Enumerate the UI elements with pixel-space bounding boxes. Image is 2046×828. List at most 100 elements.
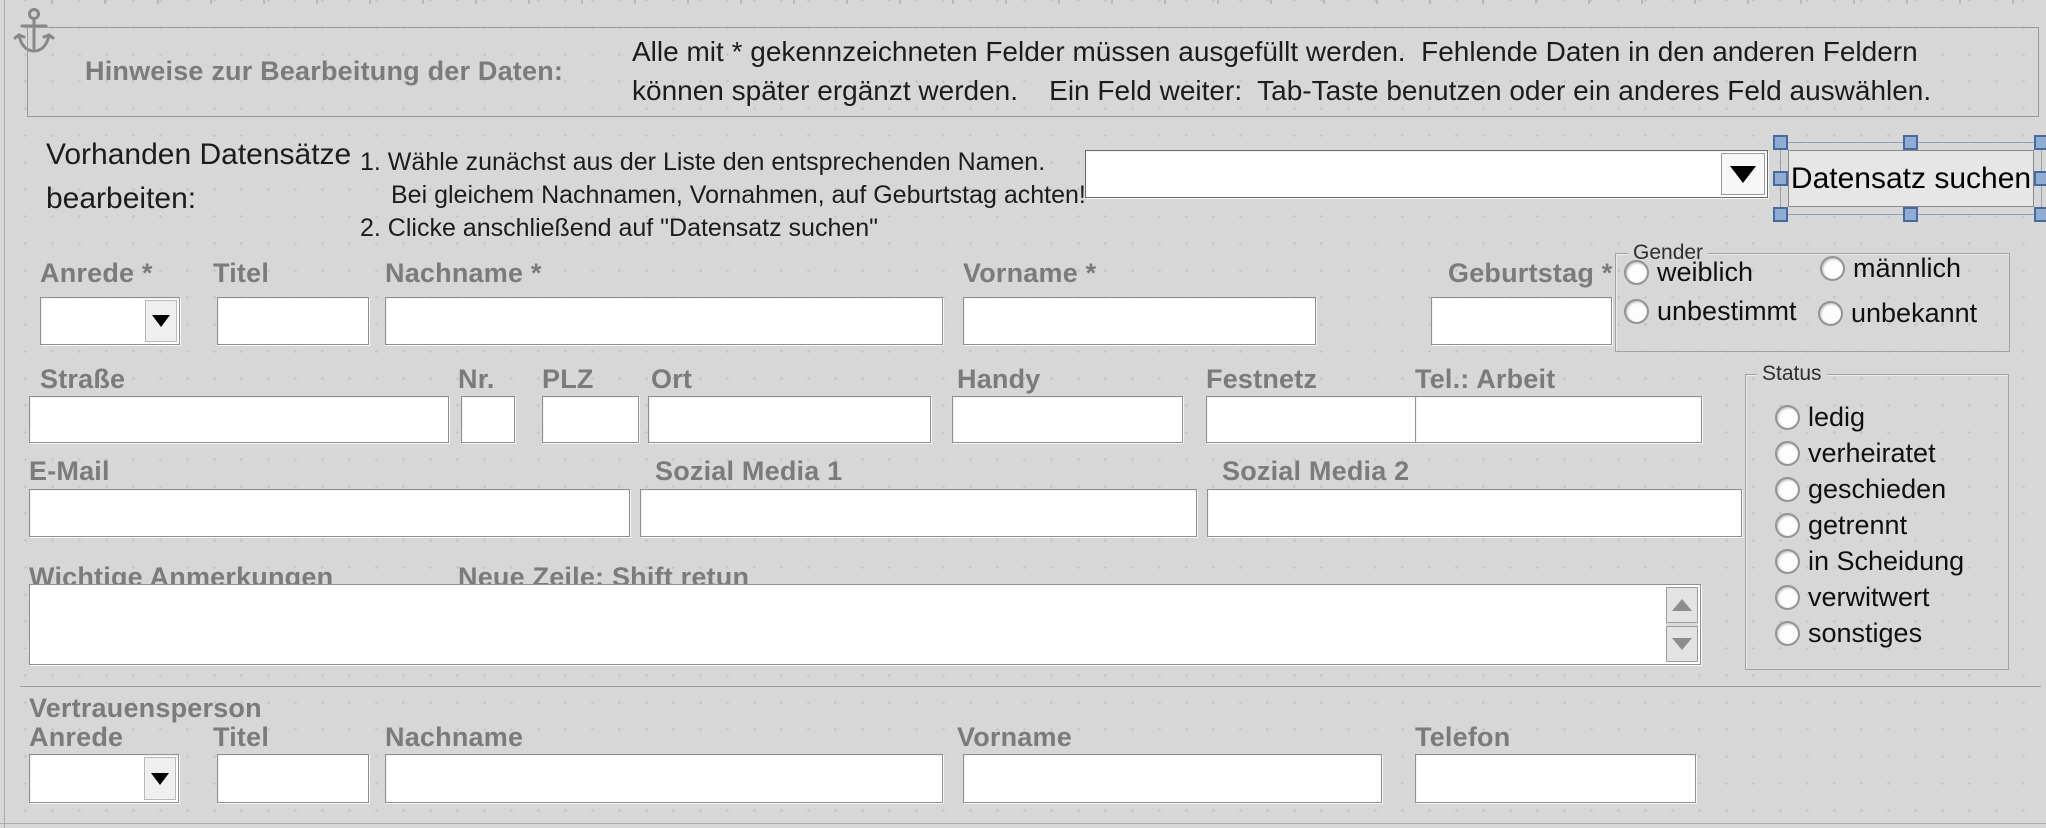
dropdown-arrow-button[interactable] — [144, 757, 176, 800]
record-select-label-line1: Vorhanden Datensätze — [46, 138, 351, 172]
radio-unbestimmt[interactable]: unbestimmt — [1624, 296, 1797, 327]
hints-text-line2: können später ergänzt werden. Ein Feld w… — [632, 75, 1931, 107]
radio-circle — [1775, 441, 1800, 466]
email-label: E-Mail — [29, 456, 110, 487]
vp-anrede-label: Anrede — [29, 722, 123, 753]
radio-verheiratet[interactable]: verheiratet — [1775, 438, 1936, 469]
selection-handle[interactable] — [1773, 207, 1788, 222]
radio-circle — [1775, 513, 1800, 538]
record-instruction-2: Bei gleichem Nachnamen, Vornahmen, auf G… — [391, 181, 1086, 210]
vertical-scrollbar[interactable] — [1666, 587, 1698, 662]
hints-text-line1: Alle mit * gekennzeichneten Felder müsse… — [632, 36, 1918, 68]
strasse-input[interactable] — [29, 396, 449, 443]
selection-handle[interactable] — [2034, 135, 2046, 150]
vp-telefon-label: Telefon — [1415, 722, 1510, 753]
radio-circle — [1775, 549, 1800, 574]
festnetz-input[interactable] — [1206, 396, 1421, 443]
email-input[interactable] — [29, 489, 630, 537]
section-divider — [20, 686, 2041, 687]
datensatz-suchen-selection: Datensatz suchen — [1773, 135, 2046, 222]
dropdown-arrow-icon — [1730, 166, 1756, 183]
radio-circle — [1775, 477, 1800, 502]
vp-vorname-label: Vorname — [957, 722, 1072, 753]
sheet-gridline-ticks — [0, 0, 2046, 4]
plz-label: PLZ — [542, 364, 594, 395]
record-instruction-3: 2. Clicke anschließend auf "Datensatz su… — [360, 214, 878, 243]
geburtstag-label: Geburtstag * — [1448, 258, 1612, 289]
form-canvas: { "header": { "title": "Hinweise zur Bea… — [0, 0, 2046, 828]
vp-titel-input[interactable] — [217, 754, 369, 803]
radio-sonstiges[interactable]: sonstiges — [1775, 618, 1922, 649]
hints-label: Hinweise zur Bearbeitung der Daten: — [85, 56, 563, 87]
radio-maennlich[interactable]: männlich — [1820, 253, 1961, 284]
vorname-label: Vorname * — [963, 258, 1096, 289]
radio-unbekannt[interactable]: unbekannt — [1818, 298, 1977, 329]
selection-handle[interactable] — [1903, 135, 1918, 150]
vorname-input[interactable] — [963, 297, 1316, 345]
radio-circle — [1624, 299, 1649, 324]
record-select-label-line2: bearbeiten: — [46, 182, 196, 216]
radio-circle — [1624, 260, 1649, 285]
nachname-label: Nachname * — [385, 258, 542, 289]
dropdown-arrow-icon — [151, 773, 169, 785]
selection-handle[interactable] — [1773, 135, 1788, 150]
radio-in-scheidung[interactable]: in Scheidung — [1775, 546, 1964, 577]
sozial-media-1-label: Sozial Media 1 — [655, 456, 842, 487]
vertrauensperson-heading: Vertrauensperson — [29, 693, 262, 724]
nr-label: Nr. — [458, 364, 495, 395]
titel-input[interactable] — [217, 297, 369, 345]
anmerkungen-textarea[interactable] — [29, 584, 1701, 665]
vp-anrede-combobox[interactable] — [29, 754, 179, 803]
radio-verwitwert[interactable]: verwitwert — [1775, 582, 1930, 613]
radio-circle — [1818, 301, 1843, 326]
ort-label: Ort — [651, 364, 692, 395]
radio-circle — [1775, 405, 1800, 430]
nr-input[interactable] — [461, 396, 515, 443]
sozial-media-2-input[interactable] — [1207, 489, 1742, 537]
scroll-up-button[interactable] — [1666, 587, 1698, 623]
vp-titel-label: Titel — [213, 722, 269, 753]
nachname-input[interactable] — [385, 297, 943, 345]
vp-vorname-input[interactable] — [963, 754, 1382, 803]
radio-circle — [1775, 585, 1800, 610]
scroll-down-button[interactable] — [1666, 626, 1698, 662]
radio-ledig[interactable]: ledig — [1775, 402, 1865, 433]
radio-weiblich[interactable]: weiblich — [1624, 257, 1753, 288]
anrede-combobox[interactable] — [40, 297, 180, 345]
selection-handle[interactable] — [2034, 207, 2046, 222]
window-bottom-edge — [0, 823, 2046, 824]
tel-arbeit-label: Tel.: Arbeit — [1415, 364, 1555, 395]
sozial-media-1-input[interactable] — [640, 489, 1197, 537]
radio-getrennt[interactable]: getrennt — [1775, 510, 1907, 541]
strasse-label: Straße — [40, 364, 125, 395]
vp-nachname-input[interactable] — [385, 754, 943, 803]
dropdown-arrow-icon — [152, 315, 170, 327]
selection-handle[interactable] — [1903, 207, 1918, 222]
window-left-edge — [4, 0, 5, 828]
dropdown-arrow-button[interactable] — [1721, 153, 1765, 195]
scroll-up-icon — [1672, 599, 1692, 611]
record-instruction-1: 1. Wähle zunächst aus der Liste den ents… — [360, 148, 1045, 177]
status-caption: Status — [1757, 362, 1827, 386]
selection-handle[interactable] — [2034, 171, 2046, 186]
handy-input[interactable] — [952, 396, 1183, 443]
tel-arbeit-input[interactable] — [1415, 396, 1702, 443]
festnetz-label: Festnetz — [1206, 364, 1317, 395]
plz-input[interactable] — [542, 396, 639, 443]
vp-telefon-input[interactable] — [1415, 754, 1696, 803]
radio-circle — [1820, 256, 1845, 281]
geburtstag-input[interactable] — [1431, 297, 1612, 345]
vp-nachname-label: Nachname — [385, 722, 523, 753]
datensatz-suchen-button[interactable]: Datensatz suchen — [1788, 150, 2034, 207]
record-search-combobox[interactable] — [1085, 150, 1768, 198]
selection-handle[interactable] — [1773, 171, 1788, 186]
scroll-down-icon — [1672, 638, 1692, 650]
sozial-media-2-label: Sozial Media 2 — [1222, 456, 1409, 487]
ort-input[interactable] — [648, 396, 931, 443]
anrede-label: Anrede * — [40, 258, 153, 289]
dropdown-arrow-button[interactable] — [145, 300, 177, 342]
radio-circle — [1775, 621, 1800, 646]
radio-geschieden[interactable]: geschieden — [1775, 474, 1946, 505]
handy-label: Handy — [957, 364, 1041, 395]
titel-label: Titel — [213, 258, 269, 289]
